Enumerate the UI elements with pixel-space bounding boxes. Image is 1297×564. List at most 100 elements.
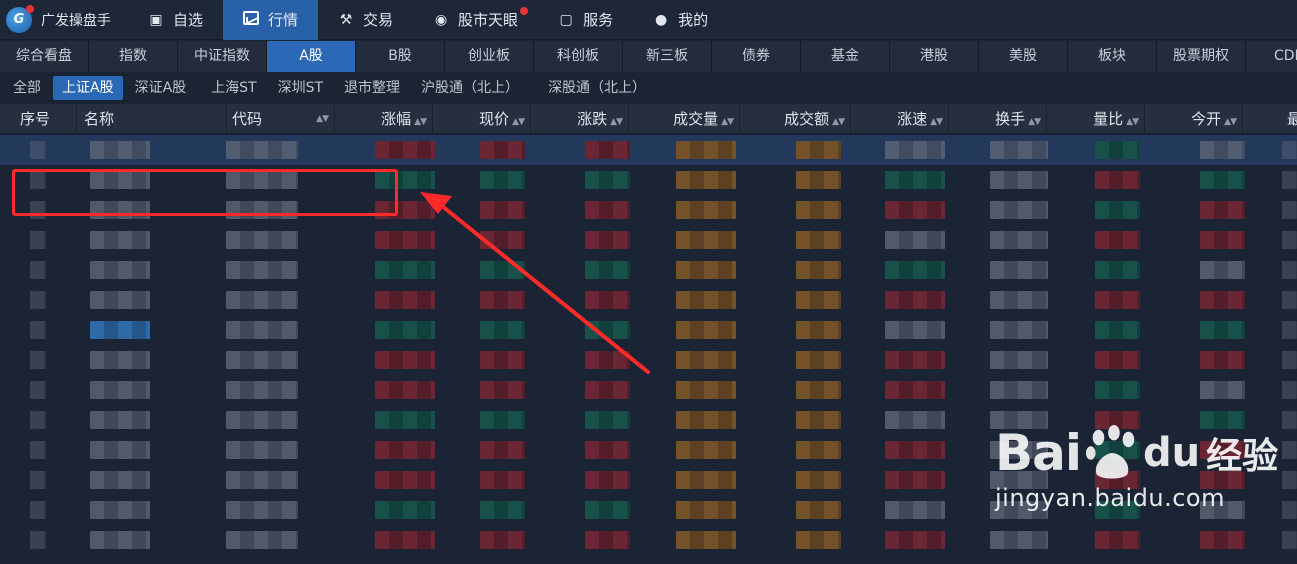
table-cell-obscured [1282,351,1297,369]
subtab-sz-a[interactable]: 深证A股 [126,76,196,100]
table-cell-obscured [885,351,945,369]
tab-neeq[interactable]: 新三板 [623,41,712,72]
table-row[interactable] [0,255,1297,285]
col-change[interactable]: 涨跌 ▲▼ [531,104,629,134]
table-cell-obscured [796,141,841,159]
tab-cdr[interactable]: CDR [1246,41,1297,72]
table-cell-obscured [1282,381,1297,399]
nav-stock-eye[interactable]: ◉ 股市天眼 [413,0,538,40]
tab-b-shares[interactable]: B股 [356,41,445,72]
col-volume[interactable]: 成交量 ▲▼ [629,104,740,134]
col-change-pct[interactable]: 涨幅 ▲▼ [335,104,433,134]
table-cell-obscured [90,231,150,249]
table-cell-obscured [1200,351,1245,369]
table-cell-obscured [1282,291,1297,309]
table-cell-obscured [480,201,525,219]
table-cell-obscured [796,201,841,219]
table-cell-obscured [885,531,945,549]
sort-icon: ▲▼ [1126,117,1139,127]
col-price[interactable]: 现价 ▲▼ [433,104,531,134]
subtab-sh-st[interactable]: 上海ST [202,76,265,100]
table-row[interactable] [0,375,1297,405]
nav-me[interactable]: ● 我的 [633,0,728,40]
tab-a-shares[interactable]: A股 [267,41,356,72]
table-cell-obscured [90,351,150,369]
table-cell-obscured [676,141,736,159]
nav-trade[interactable]: ⚒ 交易 [318,0,413,40]
subtab-sz-connect[interactable]: 深股通（北上） [539,76,655,100]
table-cell-obscured [1200,141,1245,159]
nav-service[interactable]: ▢ 服务 [538,0,633,40]
table-cell-obscured [585,411,630,429]
a-share-sub-tabs: 全部 上证A股 深证A股 上海ST 深圳ST 退市整理 沪股通（北上） 深股通（… [0,73,1297,103]
table-cell-obscured [676,441,736,459]
col-code-label: 代码 [232,110,263,128]
nav-trade-label: 交易 [363,11,394,29]
table-cell-obscured [585,381,630,399]
tab-bonds[interactable]: 债券 [712,41,801,72]
table-cell-obscured [226,231,298,249]
table-cell-obscured [30,351,46,369]
table-row[interactable] [0,225,1297,255]
col-name[interactable]: 名称 [77,104,227,134]
table-row[interactable] [0,285,1297,315]
table-cell-obscured [990,261,1048,279]
tab-sectors[interactable]: 板块 [1068,41,1157,72]
col-high[interactable]: 最高 [1243,104,1297,134]
table-cell-obscured [885,411,945,429]
subtab-sh-a[interactable]: 上证A股 [53,76,123,100]
tab-csi-index[interactable]: 中证指数 [178,41,267,72]
table-cell-obscured [1095,321,1140,339]
col-turnover[interactable]: 成交额 ▲▼ [740,104,851,134]
col-code[interactable]: 代码 ▲▼ [227,104,335,134]
nav-market-label: 行情 [268,11,299,29]
sort-icon: ▲▼ [930,117,943,127]
table-cell-obscured [885,261,945,279]
table-cell-obscured [480,261,525,279]
table-cell-obscured [1095,201,1140,219]
subtab-sh-connect[interactable]: 沪股通（北上） [412,76,528,100]
nav-favorites[interactable]: ▣ 自选 [128,0,223,40]
col-turnover-rate[interactable]: 换手 ▲▼ [949,104,1047,134]
table-cell-obscured [796,471,841,489]
table-cell-obscured [30,321,46,339]
tab-star-market[interactable]: 科创板 [534,41,623,72]
subtab-all[interactable]: 全部 [4,76,50,100]
table-cell-obscured [480,531,525,549]
tab-chinext[interactable]: 创业板 [445,41,534,72]
table-cell-obscured [1200,201,1245,219]
table-cell-obscured [226,501,298,519]
table-cell-obscured [226,291,298,309]
table-cell-obscured [796,411,841,429]
table-cell-obscured [676,501,736,519]
table-cell-obscured [480,291,525,309]
nav-market[interactable]: 行情 [223,0,319,40]
nav-stock-eye-label: 股市天眼 [458,11,519,29]
watermark-bai: Bai [995,424,1082,482]
col-open[interactable]: 今开 ▲▼ [1145,104,1243,134]
tab-stock-options[interactable]: 股票期权 [1157,41,1246,72]
tab-overview[interactable]: 综合看盘 [0,41,89,72]
subtab-delisting[interactable]: 退市整理 [335,76,409,100]
col-index[interactable]: 序号 [0,104,77,134]
table-cell-obscured [480,411,525,429]
table-row[interactable] [0,315,1297,345]
annotation-highlight-box [12,169,398,216]
subtab-sz-st[interactable]: 深圳ST [269,76,332,100]
table-row[interactable] [0,135,1297,165]
tab-funds[interactable]: 基金 [801,41,890,72]
table-cell-obscured [90,501,150,519]
col-speed[interactable]: 涨速 ▲▼ [851,104,949,134]
table-cell-obscured [885,291,945,309]
table-row[interactable] [0,345,1297,375]
col-volume-ratio[interactable]: 量比 ▲▼ [1047,104,1145,134]
table-cell-obscured [796,261,841,279]
nav-service-label: 服务 [583,11,614,29]
tab-index[interactable]: 指数 [89,41,178,72]
table-cell-obscured [990,141,1048,159]
tab-hk-stocks[interactable]: 港股 [890,41,979,72]
table-cell-obscured [226,441,298,459]
tab-us-stocks[interactable]: 美股 [979,41,1068,72]
table-cell-obscured [676,531,736,549]
table-cell-obscured [226,381,298,399]
